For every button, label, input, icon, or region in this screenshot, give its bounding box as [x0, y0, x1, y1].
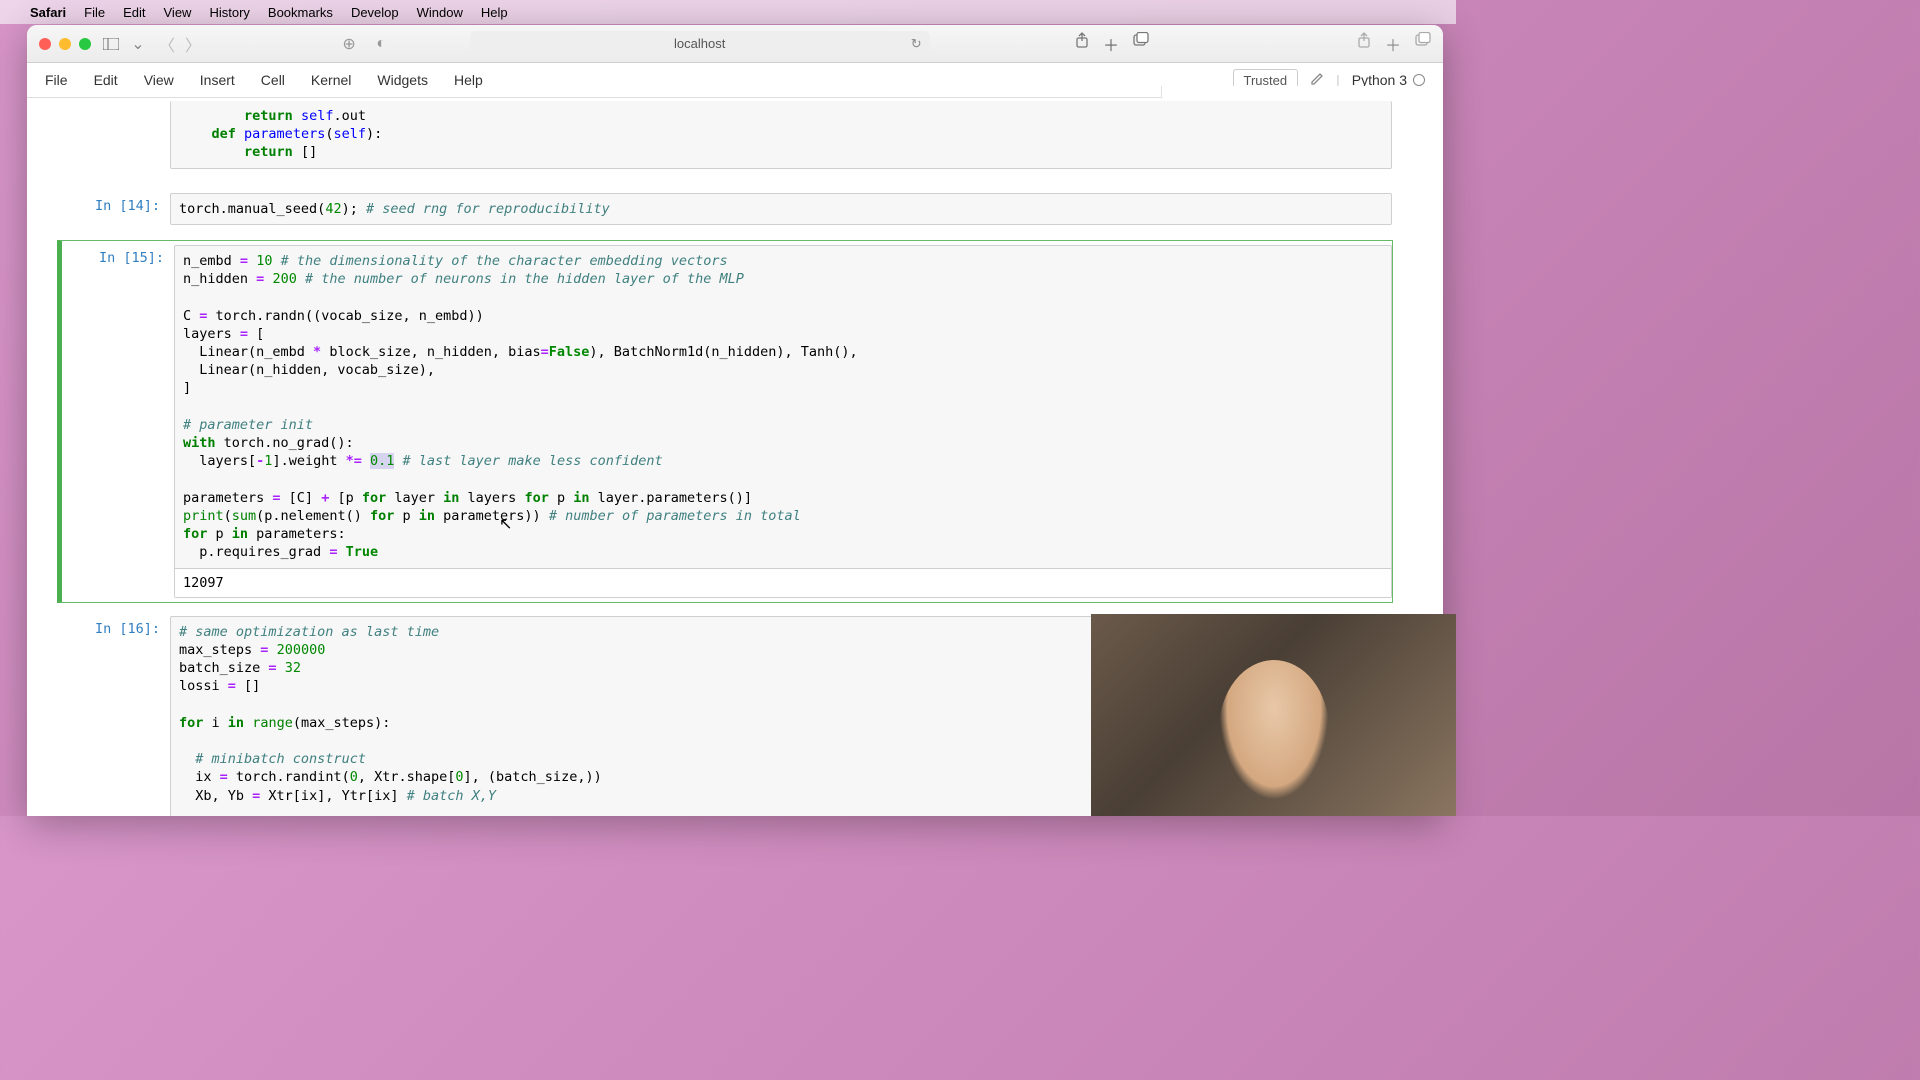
kernel-status-icon: [1413, 74, 1425, 86]
shield-icon[interactable]: ◐: [369, 32, 393, 56]
code-cell-14[interactable]: In [14]: torch.manual_seed(42); # seed r…: [57, 188, 1393, 230]
menu-history[interactable]: History: [209, 5, 249, 20]
cell-prompt: [58, 101, 170, 169]
menu-file[interactable]: File: [84, 5, 105, 20]
menu-window[interactable]: Window: [417, 5, 463, 20]
bg-new-tab-icon[interactable]: ＋: [1385, 32, 1401, 56]
tab-group-dropdown-icon[interactable]: ⌄: [131, 32, 145, 56]
menu-edit[interactable]: Edit: [123, 5, 145, 20]
jmenu-kernel[interactable]: Kernel: [311, 72, 351, 88]
sidebar-toggle-icon[interactable]: [99, 32, 123, 56]
jmenu-file[interactable]: File: [45, 72, 68, 88]
address-bar[interactable]: localhost ↻: [470, 31, 930, 57]
bg-tabs-icon[interactable]: [1415, 32, 1431, 56]
macos-menubar: Safari File Edit View History Bookmarks …: [0, 0, 1456, 24]
cell-prompt: In [15]:: [62, 245, 174, 598]
privacy-report-icon[interactable]: ⊕: [337, 32, 361, 56]
cell-output: 12097: [175, 568, 1391, 597]
forward-button-icon[interactable]: 〉: [185, 32, 201, 56]
close-window-button[interactable]: [39, 38, 51, 50]
code-input[interactable]: n_embd = 10 # the dimensionality of the …: [175, 246, 1391, 568]
back-button-icon[interactable]: 〈: [159, 32, 175, 56]
jmenu-help[interactable]: Help: [454, 72, 483, 88]
menu-view[interactable]: View: [164, 5, 192, 20]
bg-share-icon[interactable]: [1357, 32, 1371, 56]
jmenu-widgets[interactable]: Widgets: [377, 72, 428, 88]
share-icon[interactable]: [1075, 32, 1089, 56]
code-input[interactable]: torch.manual_seed(42); # seed rng for re…: [171, 194, 1391, 224]
cell-prompt: In [14]:: [58, 193, 170, 225]
safari-toolbar: ⌄ 〈 〉 ⊕ ◐ localhost ↻ ＋ ＋: [27, 25, 1443, 63]
maximize-window-button[interactable]: [79, 38, 91, 50]
new-tab-icon[interactable]: ＋: [1103, 32, 1119, 56]
cell-prompt: In [16]:: [58, 616, 170, 816]
app-name[interactable]: Safari: [30, 5, 66, 20]
minimize-window-button[interactable]: [59, 38, 71, 50]
jmenu-view[interactable]: View: [144, 72, 174, 88]
tabs-overview-icon[interactable]: [1133, 32, 1149, 56]
webcam-overlay: [1091, 614, 1456, 816]
code-cell-partial[interactable]: return self.out def parameters(self): re…: [57, 98, 1393, 174]
jmenu-cell[interactable]: Cell: [261, 72, 285, 88]
address-url: localhost: [674, 36, 725, 51]
code-cell-15[interactable]: In [15]: n_embd = 10 # the dimensionalit…: [57, 240, 1393, 603]
jmenu-insert[interactable]: Insert: [200, 72, 235, 88]
menu-help[interactable]: Help: [481, 5, 508, 20]
menu-develop[interactable]: Develop: [351, 5, 399, 20]
window-controls: [39, 38, 91, 50]
reload-icon[interactable]: ↻: [911, 36, 922, 52]
menu-bookmarks[interactable]: Bookmarks: [268, 5, 333, 20]
jmenu-edit[interactable]: Edit: [94, 72, 118, 88]
code-input[interactable]: return self.out def parameters(self): re…: [171, 101, 1391, 168]
mouse-cursor-icon: ↖: [499, 514, 512, 534]
